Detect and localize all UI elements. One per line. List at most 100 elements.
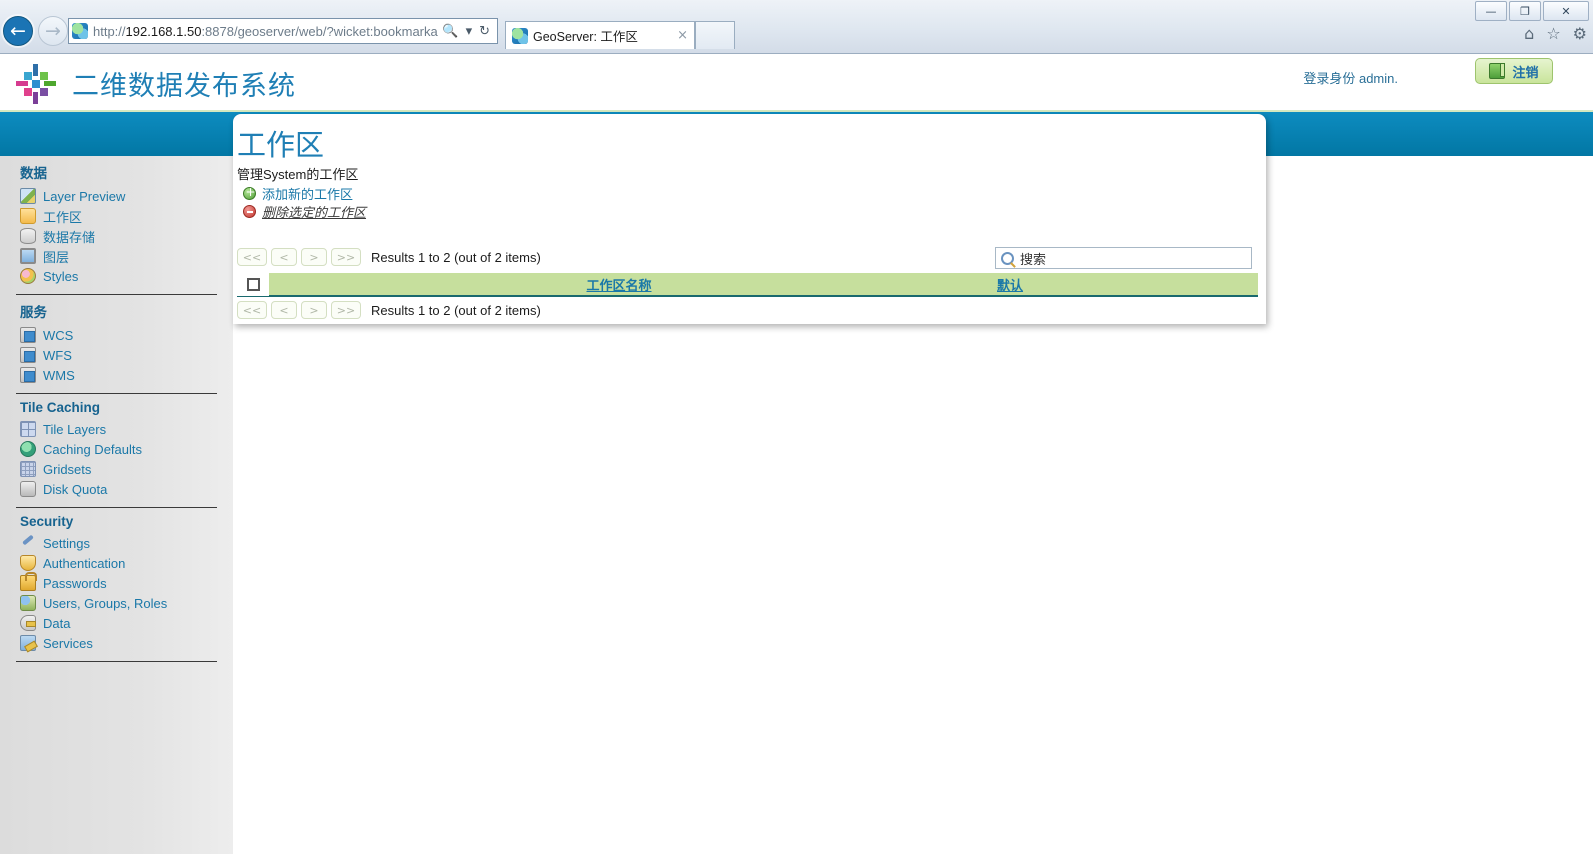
home-icon[interactable]: ⌂: [1524, 24, 1534, 43]
page-description: 管理System的工作区: [237, 167, 359, 182]
search-icon: [1001, 251, 1014, 265]
sidebar-item-label: WFS: [43, 347, 72, 363]
pager-top[interactable]: << < > >> Results 1 to 2 (out of 2 items…: [237, 248, 541, 266]
sidebar-item-label: Tile Layers: [43, 421, 107, 437]
address-bar[interactable]: http://192.168.1.50:8878/geoserver/web/?…: [68, 18, 498, 44]
sidebar-divider: [16, 294, 217, 295]
browser-toolbar-icons[interactable]: ⌂ ☆ ⚙: [1524, 24, 1587, 43]
sidebar-divider: [16, 507, 217, 508]
app-header: 二维数据发布系统 登录身份 admin. 注销: [0, 54, 1593, 112]
magnifier-icon[interactable]: 🔍: [442, 24, 458, 39]
gear-icon[interactable]: ⚙: [1573, 24, 1587, 43]
sidebar-item-wcs[interactable]: WCS: [16, 325, 217, 345]
arrow-left-icon: ←: [10, 20, 26, 42]
sidebar-item-styles[interactable]: Styles: [16, 266, 217, 286]
window-close-button[interactable]: ✕: [1543, 1, 1589, 21]
pager-first-button[interactable]: <<: [237, 248, 267, 266]
tab-strip[interactable]: GeoServer: 工作区 ×: [505, 21, 735, 49]
column-header-default[interactable]: 默认: [997, 275, 1023, 294]
sidebar-item-datastores[interactable]: 数据存储: [16, 226, 217, 246]
sidebar-item-layers[interactable]: 图层: [16, 246, 217, 266]
reload-icon[interactable]: ↻: [479, 24, 490, 39]
sidebar-item-gridsets[interactable]: Gridsets: [16, 459, 217, 479]
sidebar-item-tile-layers[interactable]: Tile Layers: [16, 419, 217, 439]
address-bar-text: http://192.168.1.50:8878/geoserver/web/?…: [93, 23, 439, 39]
star-icon[interactable]: ☆: [1546, 24, 1560, 43]
sidebar-item-workspaces[interactable]: 工作区: [16, 206, 217, 226]
pager-prev-button[interactable]: <: [271, 301, 297, 319]
window-restore-button[interactable]: ❐: [1509, 1, 1541, 21]
sidebar-item-label: WCS: [43, 327, 74, 343]
tile-layers-icon: [20, 421, 36, 437]
sidebar-item-caching-defaults[interactable]: Caching Defaults: [16, 439, 217, 459]
select-all-cell[interactable]: [237, 272, 269, 296]
sidebar-item-settings[interactable]: Settings: [16, 533, 217, 553]
sidebar-item-label: Styles: [43, 268, 79, 284]
sidebar-item-data[interactable]: Data: [16, 613, 217, 633]
logout-button[interactable]: 注销: [1475, 58, 1553, 84]
key-icon: [20, 615, 36, 631]
plus-circle-icon: [243, 185, 257, 200]
chevron-down-icon[interactable]: ▾: [466, 24, 473, 39]
datastore-icon: [20, 228, 36, 244]
pager-results-text: Results 1 to 2 (out of 2 items): [371, 302, 541, 318]
select-all-checkbox[interactable]: [246, 277, 260, 291]
tab-favicon-icon: [512, 27, 528, 44]
sidebar-section-security: Security Settings Authentication Passwor…: [0, 514, 233, 653]
services-key-icon: [20, 635, 36, 651]
sidebar-divider: [16, 661, 217, 662]
forward-button[interactable]: →: [38, 16, 68, 46]
pager-results-text: Results 1 to 2 (out of 2 items): [371, 249, 541, 265]
minus-circle-icon: [243, 205, 256, 218]
window-minimize-button[interactable]: —: [1475, 1, 1507, 21]
search-input[interactable]: 搜索: [995, 247, 1252, 269]
sidebar-item-label: Authentication: [43, 555, 126, 571]
sidebar-item-disk-quota[interactable]: Disk Quota: [16, 479, 217, 499]
pager-bottom[interactable]: << < > >> Results 1 to 2 (out of 2 items…: [237, 301, 541, 319]
sidebar-item-label: Layer Preview: [43, 188, 126, 204]
disk-quota-icon: [20, 481, 36, 497]
site-favicon-icon: [72, 23, 88, 39]
window-controls[interactable]: — ❐ ✕: [1475, 1, 1589, 21]
sidebar-item-label: Gridsets: [43, 461, 92, 477]
styles-palette-icon: [20, 268, 36, 284]
sidebar-item-authentication[interactable]: Authentication: [16, 553, 217, 573]
lock-icon: [20, 572, 37, 591]
sidebar-item-passwords[interactable]: Passwords: [16, 572, 217, 593]
wrench-icon: [20, 535, 36, 551]
new-tab-button[interactable]: [695, 21, 735, 49]
tab-close-icon[interactable]: ×: [677, 28, 688, 43]
sidebar-item-wfs[interactable]: WFS: [16, 345, 217, 365]
sidebar-heading-tile-caching: Tile Caching: [20, 400, 101, 415]
add-workspace-link[interactable]: 添加新的工作区: [243, 184, 353, 203]
sidebar-item-label: 图层: [43, 249, 70, 265]
sidebar-item-label: WMS: [43, 367, 75, 383]
sidebar-item-services-security[interactable]: Services: [16, 633, 217, 653]
tab-geoserver-workspaces[interactable]: GeoServer: 工作区 ×: [505, 21, 695, 49]
sidebar-item-users-groups-roles[interactable]: Users, Groups, Roles: [16, 593, 217, 613]
remove-workspace-label: 删除选定的工作区: [262, 205, 367, 220]
login-info: 登录身份 admin.: [1303, 71, 1398, 86]
back-button[interactable]: ←: [3, 16, 33, 46]
arrow-right-icon: →: [45, 20, 61, 42]
pager-prev-button[interactable]: <: [271, 248, 297, 266]
tab-title: GeoServer: 工作区: [533, 30, 638, 44]
pager-next-button[interactable]: >: [301, 301, 327, 319]
users-icon: [20, 595, 36, 611]
remove-workspace-link[interactable]: 删除选定的工作区: [243, 202, 366, 221]
column-header-workspace-name[interactable]: 工作区名称: [269, 275, 969, 294]
page-title: 工作区: [237, 130, 325, 162]
sidebar-section-tile-caching: Tile Caching Tile Layers Caching Default…: [0, 400, 233, 499]
pager-next-button[interactable]: >: [301, 248, 327, 266]
sidebar-section-data: 数据 Layer Preview 工作区 数据存储 图层 Styles: [0, 162, 233, 286]
pager-first-button[interactable]: <<: [237, 301, 267, 319]
pager-last-button[interactable]: >>: [331, 248, 361, 266]
pager-last-button[interactable]: >>: [331, 301, 361, 319]
address-bar-icons[interactable]: 🔍 ▾ ↻: [438, 24, 494, 39]
sidebar-item-label: Disk Quota: [43, 481, 108, 497]
workspaces-table-header: 工作区名称 默认: [237, 272, 1258, 297]
sidebar-item-layer-preview[interactable]: Layer Preview: [16, 186, 217, 206]
layers-icon: [20, 248, 36, 264]
sidebar-item-wms[interactable]: WMS: [16, 365, 217, 385]
shield-icon: [20, 555, 36, 571]
